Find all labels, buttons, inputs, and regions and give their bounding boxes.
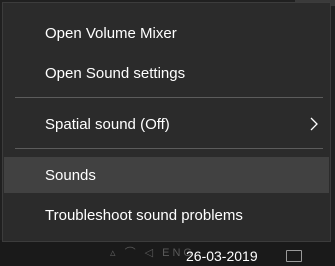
menu-item-label: Open Sound settings [45,64,186,82]
sound-context-menu: Open Volume Mixer Open Sound settings Sp… [2,2,331,242]
menu-item-open-sound-settings[interactable]: Open Sound settings [4,55,329,91]
menu-item-open-volume-mixer[interactable]: Open Volume Mixer [4,15,329,51]
menu-item-label: Troubleshoot sound problems [45,206,243,224]
notification-icon[interactable] [286,250,302,262]
menu-item-spatial-sound[interactable]: Spatial sound (Off) [4,106,329,142]
taskbar-date[interactable]: 26-03-2019 [186,248,258,264]
taskbar: ▵ ⌒ ◁ ENG 26-03-2019 [0,240,335,266]
menu-item-label: Open Volume Mixer [45,24,177,42]
menu-separator [15,97,323,98]
menu-item-label: Sounds [45,166,96,184]
menu-item-sounds[interactable]: Sounds [4,157,329,193]
menu-item-label: Spatial sound (Off) [45,115,170,133]
tray-icons[interactable]: ▵ ⌒ ◁ ENG [110,244,195,260]
menu-separator [15,148,323,149]
chevron-right-icon [310,117,318,131]
desktop: ▵ ⌒ ◁ ENG 26-03-2019 Open Volume Mixer O… [0,0,335,266]
menu-item-troubleshoot-sound[interactable]: Troubleshoot sound problems [4,197,329,233]
